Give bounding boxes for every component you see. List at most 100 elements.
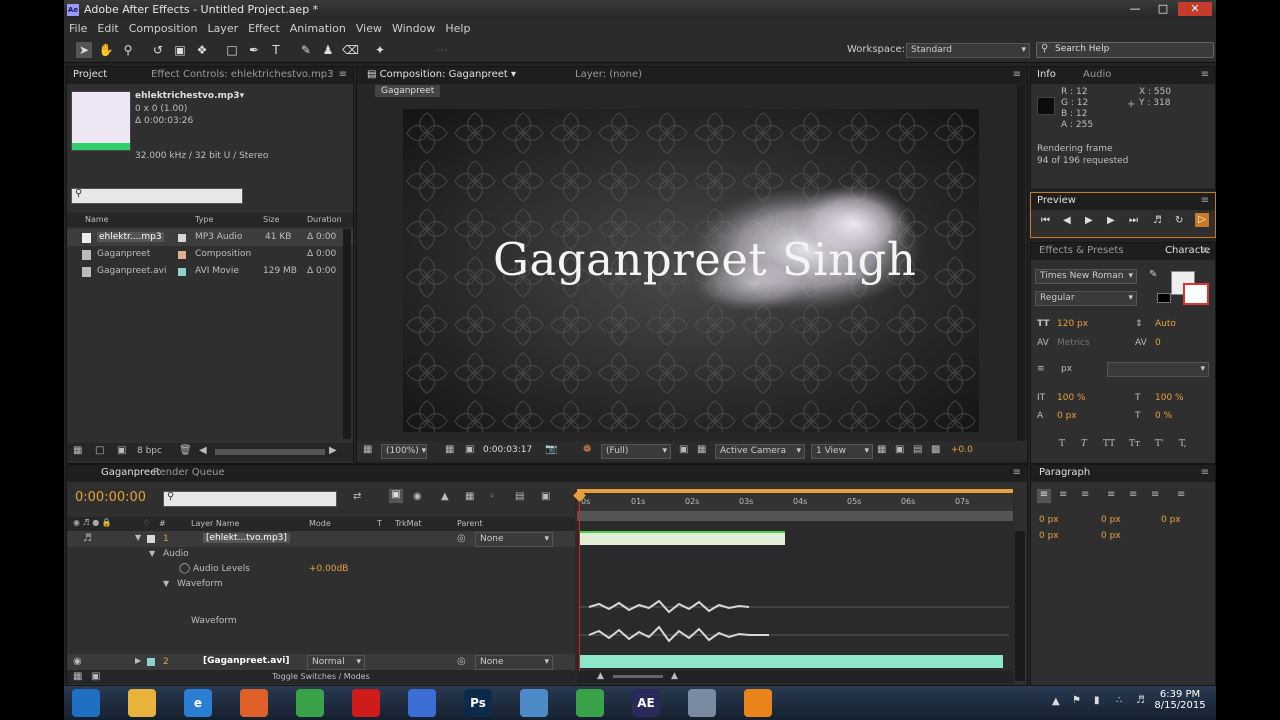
column-trkmat[interactable]: TrkMat — [395, 519, 422, 528]
column-duration[interactable]: Duration — [307, 215, 342, 224]
stroke-color-swatch[interactable] — [1183, 283, 1209, 305]
audio-group-row[interactable]: ▼ Audio — [67, 547, 575, 562]
workspace-select[interactable]: Standard ▾ — [906, 43, 1030, 58]
ram-preview-button[interactable]: ▷ — [1195, 213, 1209, 227]
resolution-select[interactable]: (Full) ▾ — [601, 444, 671, 459]
superscript-button[interactable]: T' — [1155, 439, 1163, 449]
layer-name[interactable]: [ehlekt...tvo.mp3] — [203, 533, 290, 543]
motion-blur-icon[interactable]: ▦ — [465, 491, 474, 502]
loop-icon[interactable]: ↻ — [1175, 215, 1183, 226]
indent-right-value[interactable]: 0 px — [1101, 515, 1121, 525]
flag-icon[interactable]: ⚑ — [1072, 695, 1081, 706]
selection-tool-icon[interactable]: ➤ — [76, 42, 92, 58]
type-tool-icon[interactable]: T — [268, 42, 284, 58]
align-left-icon[interactable]: ≡ — [1037, 489, 1051, 503]
camera-tool-icon[interactable]: ▣ — [172, 42, 188, 58]
menu-help[interactable]: Help — [440, 21, 475, 36]
label-color-swatch[interactable] — [147, 535, 155, 543]
new-composition-icon[interactable]: ▣ — [117, 445, 126, 456]
faux-italic-button[interactable]: T — [1081, 439, 1087, 449]
network-icon[interactable]: ∴ — [1116, 695, 1122, 706]
clock[interactable]: 6:39 PM 8/15/2015 — [1150, 689, 1210, 711]
tab-paragraph[interactable]: Paragraph — [1039, 467, 1090, 478]
view-layout-select[interactable]: 1 View ▾ — [811, 444, 873, 459]
roto-brush-tool-icon[interactable]: ✦ — [372, 42, 388, 58]
tab-effects-presets[interactable]: Effects & Presets — [1039, 245, 1124, 256]
viewer-timecode[interactable]: 0:00:03:17 — [483, 445, 532, 455]
trash-icon[interactable]: 🗑 — [179, 445, 192, 456]
pick-whip-icon[interactable]: ◎ — [457, 656, 466, 667]
taskbar-aftereffects-icon[interactable]: AE — [632, 689, 660, 717]
column-mode[interactable]: Mode — [309, 519, 331, 528]
parent-select[interactable]: None ▾ — [475, 532, 553, 547]
current-time-indicator[interactable] — [579, 493, 580, 673]
expand-triangle-icon[interactable]: ▼ — [149, 549, 155, 558]
taskbar-files-icon[interactable] — [520, 689, 548, 717]
panel-menu-icon[interactable]: ≡ — [1201, 245, 1209, 256]
magnification-select[interactable]: (100%) ▾ — [381, 444, 427, 459]
expand-triangle-icon[interactable]: ▼ — [163, 579, 169, 588]
indent-left-value[interactable]: 0 px — [1039, 515, 1059, 525]
layer-2-bar[interactable] — [579, 655, 1003, 668]
indent-first-line-value[interactable]: 0 px — [1161, 515, 1181, 525]
battery-icon[interactable]: ▮ — [1094, 695, 1100, 706]
last-frame-icon[interactable]: ⏭ — [1129, 215, 1138, 226]
column-t[interactable]: T — [377, 519, 382, 528]
tab-render-queue[interactable]: Render Queue — [153, 467, 225, 478]
taskbar-vlc-icon[interactable] — [744, 689, 772, 717]
audio-levels-value[interactable]: +0.00dB — [309, 564, 348, 574]
tsume-value[interactable]: 0 % — [1155, 411, 1172, 421]
volume-icon[interactable]: ♬ — [1136, 695, 1145, 706]
timeline-scrollbar[interactable] — [1015, 531, 1025, 681]
panel-menu-icon[interactable]: ≡ — [1013, 467, 1021, 478]
minimize-button[interactable]: — — [1122, 2, 1148, 16]
graph-editor-icon[interactable]: ▤ — [515, 491, 524, 502]
taskbar-apps-icon[interactable] — [408, 689, 436, 717]
justify-right-icon[interactable]: ≡ — [1151, 489, 1159, 500]
space-before-value[interactable]: 0 px — [1039, 531, 1059, 541]
expand-triangle-icon[interactable]: ▶ — [135, 656, 141, 665]
menu-view[interactable]: View — [351, 21, 387, 36]
font-family-select[interactable]: Times New Roman ▾ — [1035, 269, 1137, 284]
play-icon[interactable]: ▶ — [1085, 215, 1093, 226]
interpret-footage-icon[interactable]: ▦ — [73, 445, 82, 456]
layer-name[interactable]: [Gaganpreet.avi] — [203, 656, 289, 666]
black-swatch[interactable] — [1157, 293, 1171, 303]
fast-previews-icon[interactable]: ▣ — [895, 444, 904, 455]
column-layer-name[interactable]: Layer Name — [191, 519, 239, 528]
comp-breadcrumb-button[interactable]: Gaganpreet — [375, 85, 441, 97]
taskbar-photoshop-icon[interactable]: Ps — [464, 689, 492, 717]
timeline-navigator[interactable]: ▲ ▲ — [577, 671, 1013, 683]
label-color-swatch[interactable] — [147, 658, 155, 666]
comp-mini-flowchart-icon[interactable]: ⇄ — [353, 491, 361, 502]
panel-menu-icon[interactable]: ≡ — [1201, 467, 1209, 478]
live-update-icon[interactable]: ▣ — [541, 491, 550, 502]
table-row[interactable]: Gaganpreet Composition Δ 0:00 — [67, 246, 353, 263]
tab-info[interactable]: Info — [1037, 69, 1056, 80]
brainstorm-icon[interactable]: ◦ — [489, 491, 495, 502]
timeline-search-input[interactable]: ⚲ — [163, 491, 337, 507]
region-icon[interactable]: ▣ — [465, 444, 474, 455]
transparency-grid-icon[interactable]: ▦ — [697, 444, 706, 455]
tab-audio[interactable]: Audio — [1083, 69, 1111, 80]
taskbar-explorer-icon[interactable] — [128, 689, 156, 717]
new-folder-icon[interactable]: □ — [95, 445, 104, 456]
kerning-value[interactable]: Metrics — [1057, 338, 1090, 348]
column-parent[interactable]: Parent — [457, 519, 483, 528]
close-button[interactable]: ✕ — [1178, 2, 1212, 16]
horizontal-scale-value[interactable]: 100 % — [1155, 393, 1184, 403]
zoom-tool-icon[interactable]: ⚲ — [120, 42, 136, 58]
toggle-pixel-aspect-icon[interactable]: ▦ — [877, 444, 886, 455]
stopwatch-icon[interactable]: ◯ — [179, 563, 190, 574]
project-scrollbar[interactable] — [343, 229, 351, 439]
table-row[interactable]: ehlektr....mp3 MP3 Audio 41 KB Δ 0:00 — [67, 229, 353, 246]
audio-toggle-icon[interactable]: ♬ — [83, 533, 92, 544]
layer-row[interactable]: ♬ ▼ 1 [ehlekt...tvo.mp3] ◎ None ▾ — [67, 531, 575, 547]
align-right-icon[interactable]: ≡ — [1081, 489, 1089, 500]
hide-shy-icon[interactable]: ◉ — [413, 491, 422, 502]
panel-menu-icon[interactable]: ≡ — [1201, 195, 1209, 206]
pan-behind-tool-icon[interactable]: ❖ — [194, 42, 210, 58]
panel-menu-icon[interactable]: ≡ — [1013, 69, 1021, 80]
menu-layer[interactable]: Layer — [202, 21, 243, 36]
taskbar-window-icon[interactable] — [688, 689, 716, 717]
